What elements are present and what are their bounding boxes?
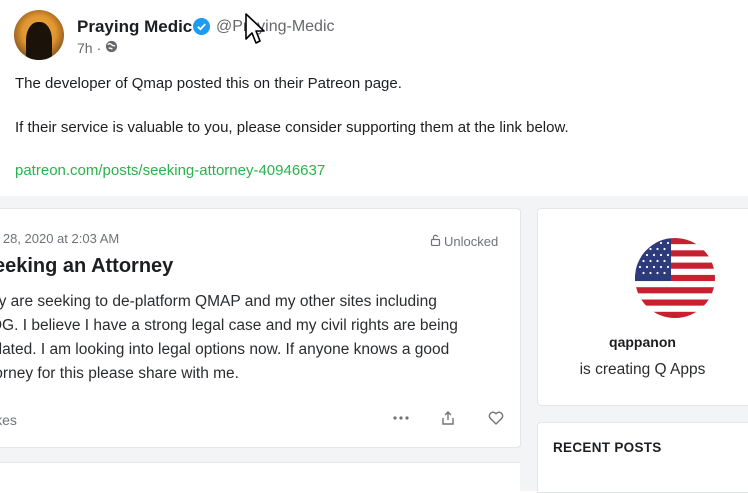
patreon-post-line-2: OG. I believe I have a strong legal case…	[0, 317, 458, 334]
avatar-silhouette	[26, 22, 52, 60]
patreon-post-line-1: ey are seeking to de-platform QMAP and m…	[0, 293, 437, 310]
recent-posts-card	[537, 422, 748, 493]
verified-badge-icon	[193, 18, 210, 35]
mouse-cursor-icon	[245, 13, 265, 44]
unlocked-label: Unlocked	[444, 234, 499, 249]
recent-posts-heading: RECENT POSTS	[553, 440, 662, 455]
author-avatar[interactable]	[14, 10, 64, 60]
unlock-icon	[430, 234, 441, 249]
author-handle[interactable]: @Praying-Medic	[216, 18, 335, 36]
creator-name: qappanon	[609, 334, 676, 350]
more-icon	[391, 408, 411, 428]
share-icon	[438, 408, 458, 428]
us-flag-avatar	[635, 238, 715, 318]
author-name[interactable]: Praying Medic	[77, 17, 192, 37]
post-meta: 7h ·	[77, 40, 118, 56]
heart-icon	[486, 408, 506, 428]
unlocked-status: Unlocked	[430, 234, 498, 249]
patreon-post-line-3: plated. I am looking into legal options …	[0, 341, 450, 358]
patreon-post-title: eeking an Attorney	[0, 255, 174, 277]
next-card-strip	[0, 462, 520, 492]
patreon-post-likes: ikes	[0, 412, 17, 428]
meta-separator: ·	[96, 40, 102, 56]
patreon-post-line-4: torney for this please share with me.	[0, 365, 239, 382]
post-time[interactable]: 7h	[77, 40, 93, 56]
patreon-link[interactable]: patreon.com/posts/seeking-attorney-40946…	[15, 162, 325, 179]
public-globe-icon	[105, 40, 118, 56]
post-paragraph-2: If their service is valuable to you, ple…	[15, 119, 569, 136]
patreon-post-date: g 28, 2020 at 2:03 AM	[0, 231, 120, 246]
post-paragraph-1: The developer of Qmap posted this on the…	[15, 75, 402, 92]
creator-tagline: is creating Q Apps	[579, 361, 706, 378]
